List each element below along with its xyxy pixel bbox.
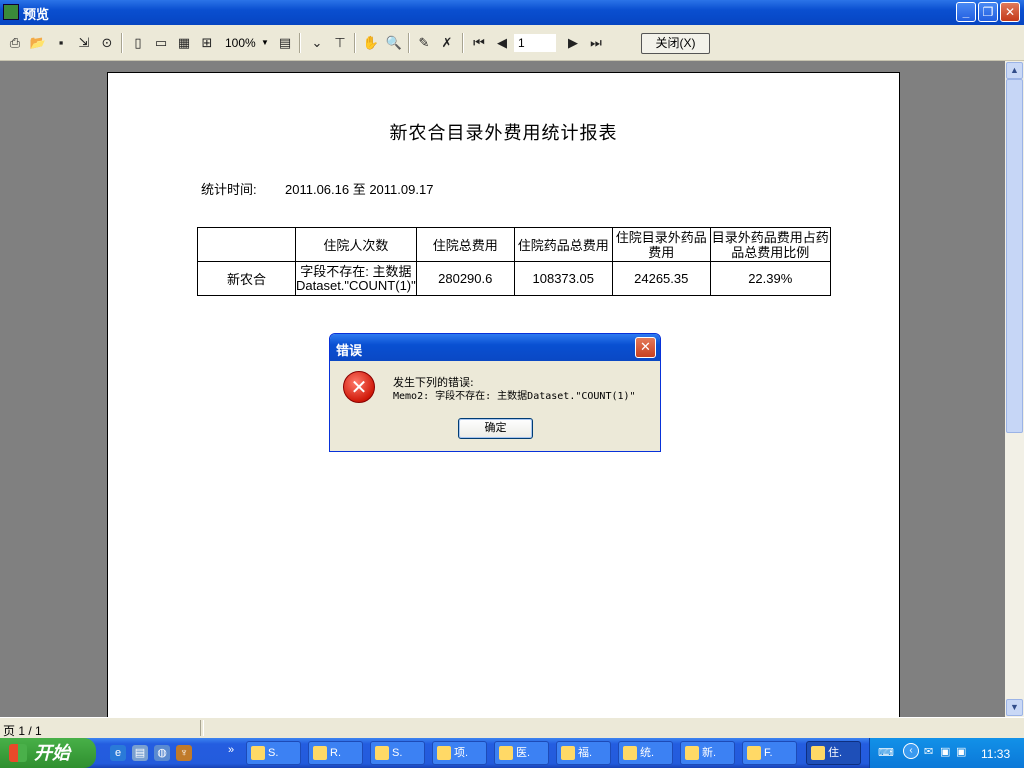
app-quicklaunch-icon[interactable]: ♆ — [176, 745, 192, 761]
dialog-close-button[interactable]: ✕ — [635, 337, 656, 358]
export-icon[interactable]: ⇲ — [75, 34, 93, 52]
status-page: 页 1 / 1 — [3, 724, 42, 738]
save-icon[interactable]: ▪ — [52, 34, 70, 52]
task-button[interactable]: 医. — [494, 741, 549, 765]
cell-total-cost: 280290.6 — [415, 261, 515, 296]
vertical-scrollbar[interactable]: ▲ ▼ — [1005, 61, 1024, 717]
page-width-icon[interactable]: ▭ — [152, 34, 170, 52]
ok-button[interactable]: 确定 — [458, 418, 533, 439]
tree-icon[interactable]: ⊤ — [331, 34, 349, 52]
scroll-down-icon[interactable]: ▼ — [1006, 699, 1023, 716]
close-button[interactable]: 关闭(X) — [641, 33, 710, 54]
stat-time-label: 统计时间: — [201, 182, 257, 197]
ie-icon[interactable]: e — [110, 745, 126, 761]
app-icon — [3, 4, 19, 20]
four-pages-icon[interactable]: ⊞ — [198, 34, 216, 52]
dialog-title: 错误 — [336, 343, 363, 358]
scroll-thumb[interactable] — [1006, 79, 1023, 433]
folder-icon — [375, 746, 389, 761]
quicklaunch-expand-icon[interactable]: » — [228, 744, 234, 756]
cell-outside-drug-cost: 24265.35 — [611, 261, 711, 296]
task-button[interactable]: 福. — [556, 741, 611, 765]
task-button[interactable]: 统. — [618, 741, 673, 765]
delete-page-icon[interactable]: ✗ — [438, 34, 456, 52]
first-page-icon[interactable]: ⏮ — [470, 34, 488, 52]
stat-time-range: 2011.06.16 至 2011.09.17 — [285, 182, 434, 197]
task-button[interactable]: R. — [308, 741, 363, 765]
outline-icon[interactable]: ▤ — [276, 34, 294, 52]
taskbar: 开始 e ▤ ◍ ♆ » S. R. S. 项. 医. 福. 统. 新. F. … — [0, 738, 1024, 768]
zoom-select[interactable]: 100% — [225, 36, 256, 50]
system-tray: ⌨ ‹ ✉ ▣ ▣ 11:33 — [869, 738, 1024, 768]
folder-icon — [499, 746, 513, 761]
clock: 11:33 — [981, 747, 1011, 761]
tray-expand-icon[interactable]: ‹ — [903, 743, 919, 759]
edit-page-icon[interactable]: ✎ — [415, 34, 433, 52]
open-icon[interactable]: 📂 — [29, 34, 47, 52]
error-message-line2: Memo2: 字段不存在: 主数据Dataset."COUNT(1)" — [393, 391, 636, 402]
task-button[interactable]: F. — [742, 741, 797, 765]
task-button[interactable]: S. — [370, 741, 425, 765]
two-pages-icon[interactable]: ▦ — [175, 34, 193, 52]
window-title: 预览 — [23, 7, 50, 22]
hand-icon[interactable]: ✋ — [362, 34, 380, 52]
scroll-up-icon[interactable]: ▲ — [1006, 62, 1023, 79]
page-setup-icon[interactable]: ⌄ — [308, 34, 326, 52]
windows-logo-icon — [9, 744, 27, 762]
zoom-dropdown-icon[interactable]: ▼ — [261, 38, 269, 47]
header-cell: 住院目录外药品费用 — [611, 227, 711, 262]
cell-count: 字段不存在: 主数据Dataset."COUNT(1)" — [295, 261, 417, 296]
folder-icon — [623, 746, 637, 761]
report-table: 住院人次数 住院总费用 住院药品总费用 住院目录外药品费用 目录外药品费用占药品… — [197, 227, 831, 296]
header-cell: 住院人次数 — [295, 227, 417, 262]
cell-name: 新农合 — [197, 261, 296, 296]
next-page-icon[interactable]: ▶ — [564, 34, 582, 52]
task-button-active[interactable]: 住. — [806, 741, 861, 765]
page-number-input[interactable] — [514, 34, 556, 52]
find-icon[interactable]: ⊙ — [98, 34, 116, 52]
network-icon[interactable]: ▣ — [940, 745, 950, 758]
network2-icon[interactable]: ▣ — [956, 745, 966, 758]
toolbar: ⎙ 📂 ▪ ⇲ ⊙ ▯ ▭ ▦ ⊞ 100% ▼ ▤ ⌄ ⊤ ✋ 🔍 ✎ ✗ ⏮… — [0, 25, 1024, 61]
task-icon — [313, 746, 327, 761]
dialog-title-bar: 错误 ✕ — [330, 334, 660, 361]
header-cell: 住院总费用 — [415, 227, 515, 262]
keyboard-icon[interactable]: ⌨ — [878, 746, 894, 759]
doc-icon[interactable]: ▤ — [132, 745, 148, 761]
header-cell: 住院药品总费用 — [513, 227, 613, 262]
start-button[interactable]: 开始 — [0, 738, 96, 768]
task-icon — [747, 746, 761, 761]
tool-icon[interactable]: ◍ — [154, 745, 170, 761]
status-bar: 页 1 / 1 — [0, 717, 1024, 739]
window-title-bar: 预览 _ ❐ ✕ — [0, 0, 1024, 25]
cell-ratio: 22.39% — [709, 261, 831, 296]
task-button[interactable]: 新. — [680, 741, 735, 765]
task-icon — [685, 746, 699, 761]
restore-button[interactable]: ❐ — [978, 2, 998, 22]
header-cell — [197, 227, 296, 262]
table-row: 新农合 字段不存在: 主数据Dataset."COUNT(1)" 280290.… — [197, 261, 831, 296]
cell-count-error: 字段不存在: 主数据Dataset."COUNT(1)" — [296, 263, 416, 293]
task-icon — [437, 746, 451, 761]
task-button[interactable]: S. — [246, 741, 301, 765]
header-cell: 目录外药品费用占药品总费用比例 — [709, 227, 831, 262]
prev-page-icon[interactable]: ◀ — [493, 34, 511, 52]
minimize-button[interactable]: _ — [956, 2, 976, 22]
task-icon — [811, 746, 825, 761]
error-dialog: 错误 ✕ ✕ 发生下列的错误: Memo2: 字段不存在: 主数据Dataset… — [329, 333, 661, 452]
table-header-row: 住院人次数 住院总费用 住院药品总费用 住院目录外药品费用 目录外药品费用占药品… — [197, 227, 831, 262]
start-label: 开始 — [34, 743, 70, 763]
one-page-icon[interactable]: ▯ — [129, 34, 147, 52]
zoom-icon[interactable]: 🔍 — [385, 34, 403, 52]
task-icon — [251, 746, 265, 761]
task-icon — [561, 746, 575, 761]
close-window-button[interactable]: ✕ — [1000, 2, 1020, 22]
last-page-icon[interactable]: ⏭ — [587, 34, 605, 52]
error-icon: ✕ — [343, 371, 375, 403]
report-title: 新农合目录外费用统计报表 — [389, 123, 618, 143]
task-button[interactable]: 项. — [432, 741, 487, 765]
mail-icon[interactable]: ✉ — [924, 745, 933, 758]
cell-drug-cost: 108373.05 — [513, 261, 613, 296]
print-icon[interactable]: ⎙ — [6, 34, 24, 52]
